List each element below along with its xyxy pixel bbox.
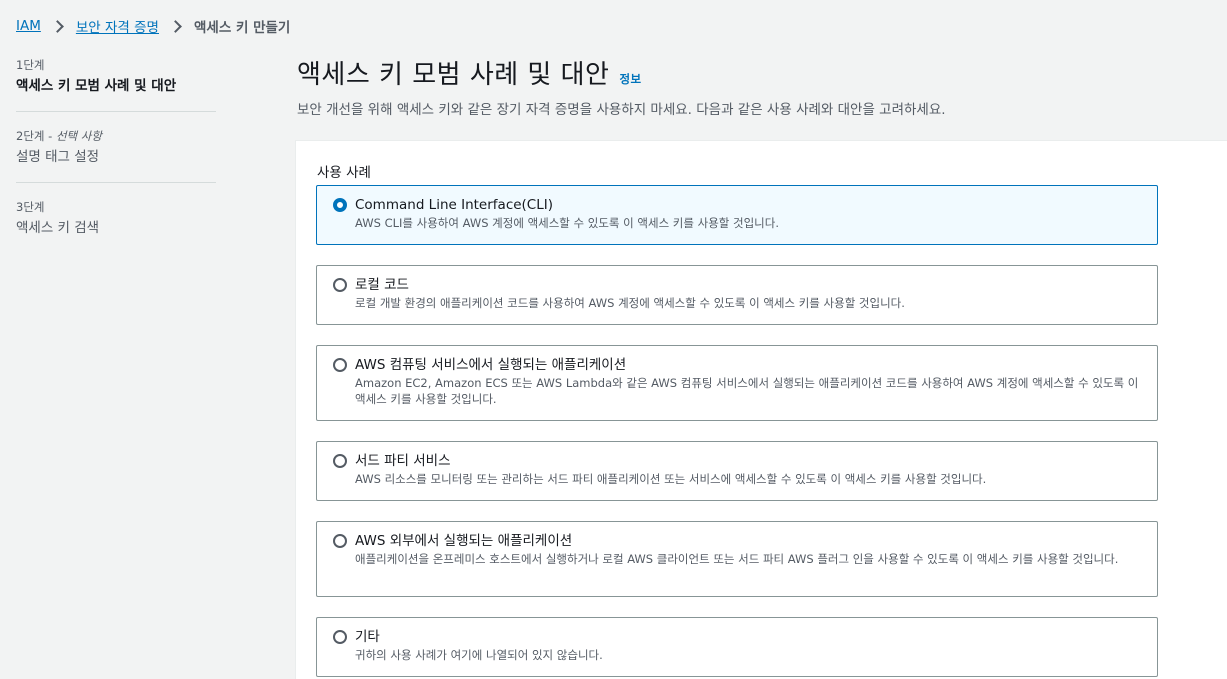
wizard-step-2: 2단계 - 선택 사항 설명 태그 설정 — [16, 128, 216, 183]
breadcrumb-link-iam[interactable]: IAM — [16, 18, 41, 34]
info-link[interactable]: 정보 — [619, 71, 641, 87]
option-description: 애플리케이션을 온프레미스 호스트에서 실행하거나 로컬 AWS 클라이언트 또… — [355, 552, 1119, 566]
wizard-steps: 1단계 액세스 키 모범 사례 및 대안 2단계 - 선택 사항 설명 태그 설… — [16, 57, 216, 269]
chevron-right-icon — [169, 19, 182, 33]
step-number: 1단계 — [16, 58, 45, 72]
option-description: AWS CLI를 사용하여 AWS 계정에 액세스할 수 있도록 이 액세스 키… — [355, 216, 779, 230]
wizard-step-3: 3단계 액세스 키 검색 — [16, 199, 216, 253]
option-title: 서드 파티 서비스 — [355, 453, 451, 469]
step-number-text: 2단계 - — [16, 129, 56, 143]
option-local-code[interactable]: 로컬 코드 로컬 개발 환경의 애플리케이션 코드를 사용하여 AWS 계정에 … — [316, 265, 1158, 325]
option-other[interactable]: 기타 귀하의 사용 사례가 여기에 나열되어 있지 않습니다. — [316, 617, 1158, 677]
option-description: AWS 리소스를 모니터링 또는 관리하는 서드 파티 애플리케이션 또는 서비… — [355, 472, 987, 486]
page-title-text: 액세스 키 모범 사례 및 대안 — [297, 60, 610, 90]
step-title: 액세스 키 검색 — [16, 220, 100, 236]
radio-button[interactable] — [333, 278, 347, 292]
breadcrumb: IAM 보안 자격 증명 액세스 키 만들기 — [16, 16, 290, 36]
option-aws-compute[interactable]: AWS 컴퓨팅 서비스에서 실행되는 애플리케이션 Amazon EC2, Am… — [316, 345, 1158, 421]
use-case-label: 사용 사례 — [317, 165, 371, 181]
use-case-panel: 사용 사례 Command Line Interface(CLI) AWS CL… — [295, 140, 1227, 679]
radio-button[interactable] — [333, 198, 347, 212]
step-title: 액세스 키 모범 사례 및 대안 — [16, 78, 177, 94]
option-third-party[interactable]: 서드 파티 서비스 AWS 리소스를 모니터링 또는 관리하는 서드 파티 애플… — [316, 441, 1158, 501]
step-number: 3단계 — [16, 200, 45, 214]
chevron-right-icon — [51, 19, 64, 33]
option-title: Command Line Interface(CLI) — [355, 197, 554, 213]
radio-button[interactable] — [333, 630, 347, 644]
radio-button[interactable] — [333, 454, 347, 468]
option-title: AWS 컴퓨팅 서비스에서 실행되는 애플리케이션 — [355, 357, 627, 373]
page-description: 보안 개선을 위해 액세스 키와 같은 장기 자격 증명을 사용하지 마세요. … — [297, 102, 946, 118]
wizard-step-1: 1단계 액세스 키 모범 사례 및 대안 — [16, 57, 216, 112]
step-title: 설명 태그 설정 — [16, 149, 100, 165]
option-description: 로컬 개발 환경의 애플리케이션 코드를 사용하여 AWS 계정에 액세스할 수… — [355, 296, 905, 310]
step-number: 2단계 - 선택 사항 — [16, 128, 216, 144]
breadcrumb-current: 액세스 키 만들기 — [193, 20, 291, 36]
page-title: 액세스 키 모범 사례 및 대안 정보 — [297, 54, 642, 91]
radio-button[interactable] — [333, 534, 347, 548]
option-description: 귀하의 사용 사례가 여기에 나열되어 있지 않습니다. — [355, 648, 603, 662]
option-title: 기타 — [355, 629, 380, 645]
option-description: Amazon EC2, Amazon ECS 또는 AWS Lambda와 같은… — [355, 376, 1139, 406]
option-cli[interactable]: Command Line Interface(CLI) AWS CLI를 사용하… — [316, 185, 1158, 245]
step-optional-label: 선택 사항 — [55, 129, 102, 143]
option-title: 로컬 코드 — [355, 277, 409, 293]
radio-button[interactable] — [333, 358, 347, 372]
option-outside-aws[interactable]: AWS 외부에서 실행되는 애플리케이션 애플리케이션을 온프레미스 호스트에서… — [316, 521, 1158, 597]
option-title: AWS 외부에서 실행되는 애플리케이션 — [355, 533, 573, 549]
breadcrumb-link-security-credentials[interactable]: 보안 자격 증명 — [76, 16, 159, 36]
